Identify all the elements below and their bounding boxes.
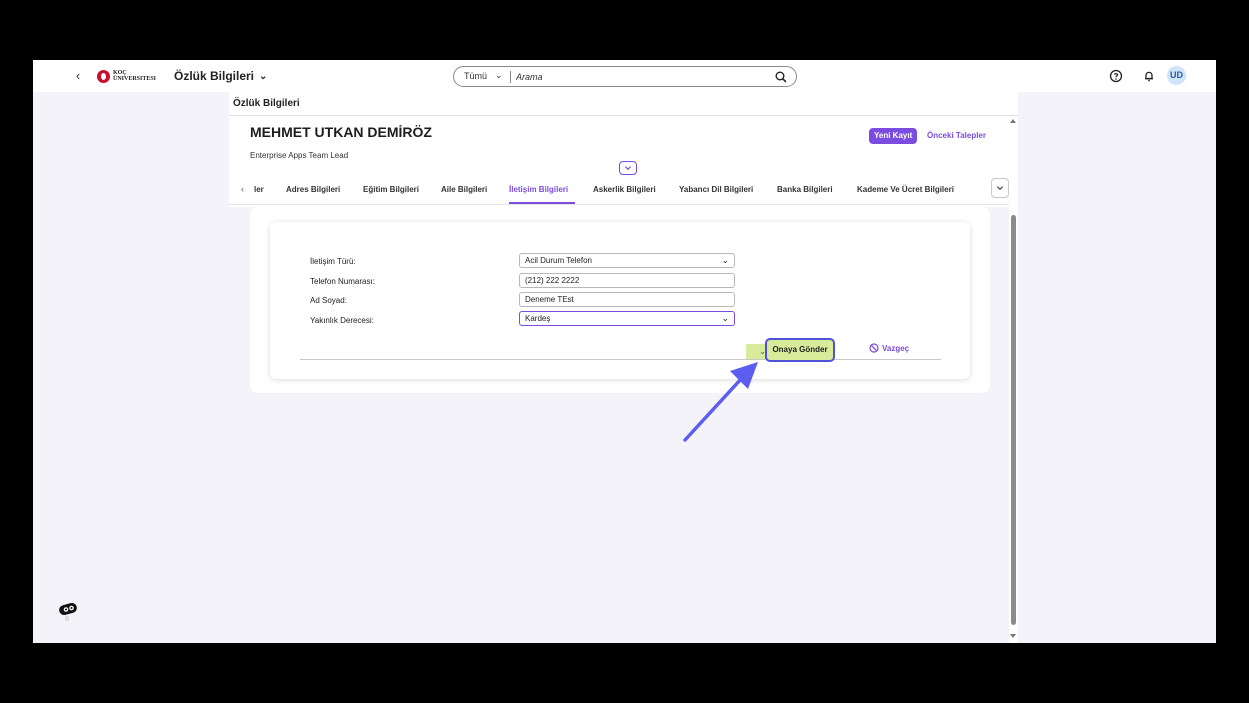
koc-university-logo[interactable]: KOÇ ÜNIVERSITESI bbox=[97, 69, 156, 83]
vertical-scrollbar[interactable] bbox=[1009, 117, 1018, 643]
full-name-label: Ad Soyad: bbox=[310, 296, 347, 305]
tab-overflow-button[interactable] bbox=[991, 178, 1009, 198]
cancel-label: Vazgeç bbox=[882, 343, 910, 353]
help-icon[interactable] bbox=[1109, 69, 1123, 83]
tab-aile-bilgileri[interactable]: Aile Bilgileri bbox=[441, 185, 487, 194]
tab-adres-bilgileri[interactable]: Adres Bilgileri bbox=[286, 185, 340, 194]
scrollbar-thumb[interactable] bbox=[1011, 215, 1016, 625]
submit-for-approval-button[interactable]: Onaya Gönder bbox=[765, 338, 835, 362]
chevron-down-icon: ⌄ bbox=[721, 313, 729, 323]
tab-iletisim-bilgileri[interactable]: İletişim Bilgileri bbox=[509, 185, 568, 194]
relationship-select[interactable]: Kardeş ⌄ bbox=[519, 311, 735, 326]
app-title-menu[interactable]: Özlük Bilgileri ⌄ bbox=[174, 69, 267, 83]
search-icon[interactable] bbox=[774, 70, 788, 84]
contact-form-card: İletişim Türü: Acil Durum Telefon ⌄ Tele… bbox=[270, 222, 970, 379]
app-title: Özlük Bilgileri bbox=[174, 69, 255, 83]
contact-type-label: İletişim Türü: bbox=[310, 257, 356, 266]
contact-type-select[interactable]: Acil Durum Telefon ⌄ bbox=[519, 253, 735, 268]
tab-bar: ‹ ler Adres Bilgileri Eğitim Bilgileri A… bbox=[229, 175, 1010, 205]
page-title: Özlük Bilgileri bbox=[233, 98, 300, 109]
phone-number-value: (212) 222 2222 bbox=[525, 276, 580, 285]
tab-yabanci-dil-bilgileri[interactable]: Yabancı Dil Bilgileri bbox=[679, 185, 753, 194]
chevron-down-icon: ⌄ bbox=[495, 70, 503, 80]
cancel-button[interactable]: Vazgeç bbox=[869, 343, 909, 353]
tab-scroll-left-icon[interactable]: ‹ bbox=[241, 184, 244, 194]
full-name-value: Deneme TEst bbox=[525, 295, 574, 304]
phone-number-label: Telefon Numarası: bbox=[310, 277, 375, 286]
collapse-header-button[interactable] bbox=[619, 161, 637, 175]
active-tab-indicator bbox=[509, 202, 575, 204]
phone-number-field[interactable]: (212) 222 2222 bbox=[519, 273, 735, 288]
tab-egitim-bilgileri[interactable]: Eğitim Bilgileri bbox=[363, 185, 419, 194]
scroll-down-icon[interactable] bbox=[1010, 634, 1016, 638]
search-input[interactable] bbox=[516, 70, 756, 84]
previous-requests-link[interactable]: Önceki Talepler bbox=[927, 131, 986, 140]
avatar[interactable]: UD bbox=[1167, 66, 1186, 85]
new-record-button[interactable]: Yeni Kayıt bbox=[869, 128, 918, 144]
employee-role: Enterprise Apps Team Lead bbox=[250, 151, 349, 160]
shell-bar: ‹ KOÇ ÜNIVERSITESI Özlük Bilgileri ⌄ Tüm… bbox=[33, 60, 1216, 92]
notification-bell-icon[interactable] bbox=[1142, 69, 1156, 83]
cancel-icon bbox=[869, 343, 879, 353]
chevron-down-icon: ⌄ bbox=[259, 70, 268, 82]
scroll-up-icon[interactable] bbox=[1010, 119, 1016, 123]
logo-text-line2: ÜNIVERSITESI bbox=[113, 76, 157, 82]
search-divider bbox=[510, 71, 511, 83]
logo-mark-icon bbox=[97, 69, 110, 83]
full-name-field[interactable]: Deneme TEst bbox=[519, 292, 735, 307]
tab-kademe-ve-ucret-bilgileri[interactable]: Kademe Ve Ücret Bilgileri bbox=[857, 185, 954, 194]
tab-partial[interactable]: ler bbox=[254, 185, 264, 194]
contact-type-value: Acil Durum Telefon bbox=[525, 256, 592, 265]
form-divider bbox=[300, 359, 941, 360]
employee-name: MEHMET UTKAN DEMİRÖZ bbox=[250, 124, 432, 140]
chevron-down-icon: ⌄ bbox=[721, 255, 729, 265]
relationship-value: Kardeş bbox=[525, 314, 551, 323]
app-window: ‹ KOÇ ÜNIVERSITESI Özlük Bilgileri ⌄ Tüm… bbox=[33, 60, 1216, 643]
content-panel: İletişim Türü: Acil Durum Telefon ⌄ Tele… bbox=[250, 207, 990, 393]
tab-banka-bilgileri[interactable]: Banka Bilgileri bbox=[777, 185, 833, 194]
page-body: İletişim Türü: Acil Durum Telefon ⌄ Tele… bbox=[229, 207, 1009, 643]
search-field: Tümü ⌄ bbox=[453, 66, 797, 87]
app-content: Özlük Bilgileri MEHMET UTKAN DEMİRÖZ Ent… bbox=[229, 92, 1018, 643]
page-title-bar: Özlük Bilgileri bbox=[229, 92, 1018, 116]
relationship-label: Yakınlık Derecesi: bbox=[310, 316, 374, 325]
search-scope-select[interactable]: Tümü bbox=[464, 71, 487, 81]
back-button[interactable]: ‹ bbox=[71, 68, 85, 84]
tab-askerlik-bilgileri[interactable]: Askerlik Bilgileri bbox=[593, 185, 656, 194]
assistant-bot-icon[interactable] bbox=[56, 597, 82, 623]
